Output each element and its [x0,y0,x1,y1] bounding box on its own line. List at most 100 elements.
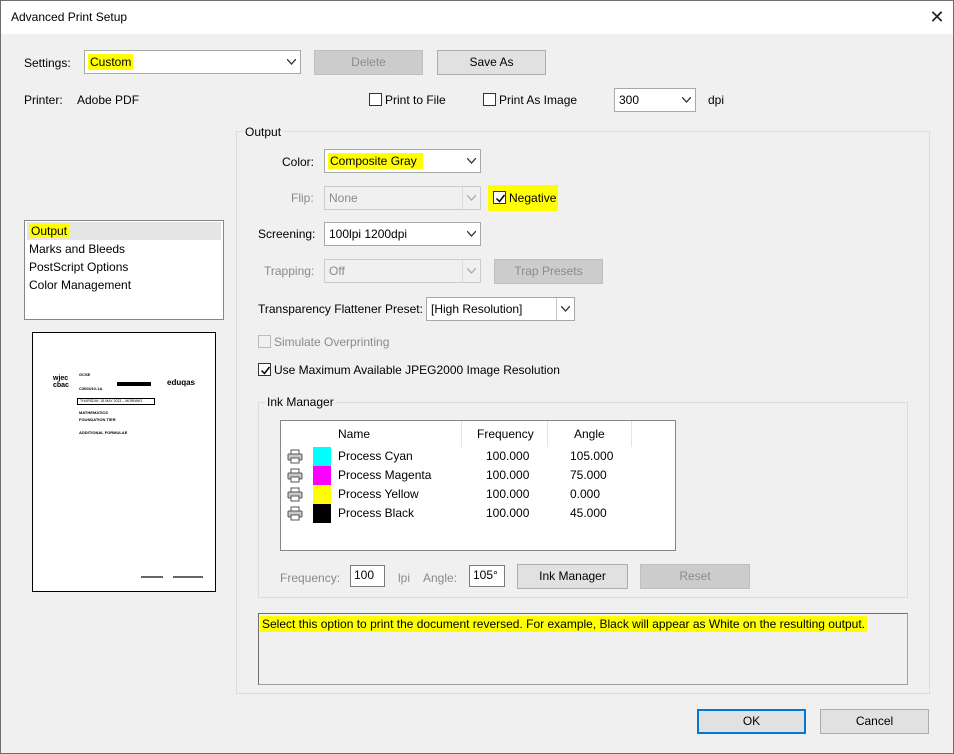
table-row[interactable]: Process Yellow 100.000 0.000 [281,485,675,504]
preview-extra: ADDITIONAL FORMULAE [79,430,128,435]
negative-checkbox[interactable] [493,191,506,204]
page-preview: wjec cbac GCSE C300U10-1A THURSDAY, 18 MA… [32,332,216,592]
preview-gcse: GCSE [79,372,91,377]
chevron-down-icon [677,89,695,111]
print-as-image-label: Print As Image [499,93,578,107]
printer-icon[interactable] [287,449,303,467]
reset-button[interactable]: Reset [640,564,750,589]
sidebar-item-marks-and-bleeds[interactable]: Marks and Bleeds [27,240,125,258]
angle-input[interactable]: 105° [469,565,505,587]
preview-barcode [117,382,151,386]
printer-label: Printer: [24,93,63,107]
ink-manager-group-title: Ink Manager [265,395,336,409]
frequency-input[interactable]: 100 [350,565,385,587]
flattener-value: [High Resolution] [431,302,523,316]
dpi-unit-label: dpi [708,93,725,107]
dialog-title: Advanced Print Setup [11,10,128,24]
dpi-dropdown[interactable]: 300 [614,88,696,112]
printer-value: Adobe PDF [77,93,140,107]
preview-code: C300U10-1A [79,386,103,391]
table-row[interactable]: Process Cyan 100.000 105.000 [281,447,675,466]
chevron-down-icon [462,260,480,282]
flattener-label: Transparency Flattener Preset: [258,302,423,316]
ink-color-swatch [313,466,331,485]
flip-value: None [329,191,358,205]
simulate-overprinting-label: Simulate Overprinting [274,335,390,349]
frequency-unit-label: lpi [398,571,411,585]
ink-angle: 45.000 [570,506,607,520]
flip-dropdown[interactable]: None [324,186,481,210]
printer-icon[interactable] [287,487,303,505]
preview-date-box: THURSDAY, 18 MAY 2023 – MORNING [77,398,155,405]
jpeg2000-checkbox[interactable] [258,363,271,376]
sidebar-item-color-management[interactable]: Color Management [27,276,131,294]
eduqas-logo: eduqas [167,378,196,387]
sidebar-item-output[interactable]: Output [27,222,221,240]
category-list: Output Marks and Bleeds PostScript Optio… [24,220,224,320]
description-text: Select this option to print the document… [260,616,867,632]
ink-manager-button[interactable]: Ink Manager [517,564,628,589]
settings-value: Custom [88,54,134,70]
screening-dropdown[interactable]: 100lpi 1200dpi [324,222,481,246]
ink-color-swatch [313,447,331,466]
negative-label: Negative [509,191,557,205]
column-header-name[interactable]: Name [338,421,370,447]
preview-tier: FOUNDATION TIER [79,417,116,422]
ink-table: Name Frequency Angle Process Cyan 100.000… [280,420,676,551]
trapping-label: Trapping: [264,264,315,278]
wjec-logo: wjec cbac [53,375,69,389]
flip-label: Flip: [291,191,314,205]
ink-frequency: 100.000 [486,449,530,463]
sidebar-item-postscript-options[interactable]: PostScript Options [27,258,128,276]
trapping-value: Off [329,264,345,278]
delete-button[interactable]: Delete [314,50,423,75]
ink-angle: 0.000 [570,487,601,501]
sidebar-item-label: Color Management [29,278,132,292]
ink-frequency: 100.000 [486,468,530,482]
table-row[interactable]: Process Magenta 100.000 75.000 [281,466,675,485]
column-header-frequency[interactable]: Frequency [477,421,534,447]
print-to-file-checkbox[interactable] [369,93,382,106]
chevron-down-icon [462,150,480,172]
ink-color-swatch [313,504,331,523]
ink-angle: 75.000 [570,468,607,482]
print-as-image-checkbox[interactable] [483,93,496,106]
sidebar-item-label: PostScript Options [29,260,129,274]
chevron-down-icon [462,187,480,209]
screening-label: Screening: [258,227,316,241]
cancel-button[interactable]: Cancel [820,709,929,734]
flattener-dropdown[interactable]: [High Resolution] [426,297,575,321]
table-row[interactable]: Process Black 100.000 45.000 [281,504,675,523]
column-divider [461,421,462,447]
printer-icon[interactable] [287,468,303,486]
column-divider [631,421,632,447]
ink-name: Process Black [338,506,415,520]
check-icon [495,194,506,203]
preview-footer-mark [141,576,163,578]
color-dropdown[interactable]: Composite Gray [324,149,481,173]
check-icon [260,366,271,375]
column-header-angle[interactable]: Angle [574,421,605,447]
dpi-value: 300 [619,93,640,107]
output-group-title: Output [243,125,284,139]
description-box: Select this option to print the document… [258,613,908,685]
color-label: Color: [282,155,315,169]
column-divider [547,421,548,447]
close-icon[interactable]: ✕ [925,5,949,29]
chevron-down-icon [462,223,480,245]
ink-angle: 105.000 [570,449,614,463]
save-as-button[interactable]: Save As [437,50,546,75]
trapping-dropdown[interactable]: Off [324,259,481,283]
simulate-overprinting-checkbox[interactable] [258,335,271,348]
angle-label: Angle: [423,571,458,585]
title-bar: Advanced Print Setup ✕ [1,1,953,34]
ok-button[interactable]: OK [697,709,806,734]
settings-dropdown[interactable]: Custom [84,50,301,74]
trap-presets-button[interactable]: Trap Presets [494,259,603,284]
ink-frequency: 100.000 [486,487,530,501]
printer-icon[interactable] [287,506,303,524]
preview-subject: MATHEMATICS [79,410,108,415]
ink-color-swatch [313,485,331,504]
jpeg2000-label: Use Maximum Available JPEG2000 Image Res… [274,363,560,377]
sidebar-item-label: Marks and Bleeds [29,242,126,256]
